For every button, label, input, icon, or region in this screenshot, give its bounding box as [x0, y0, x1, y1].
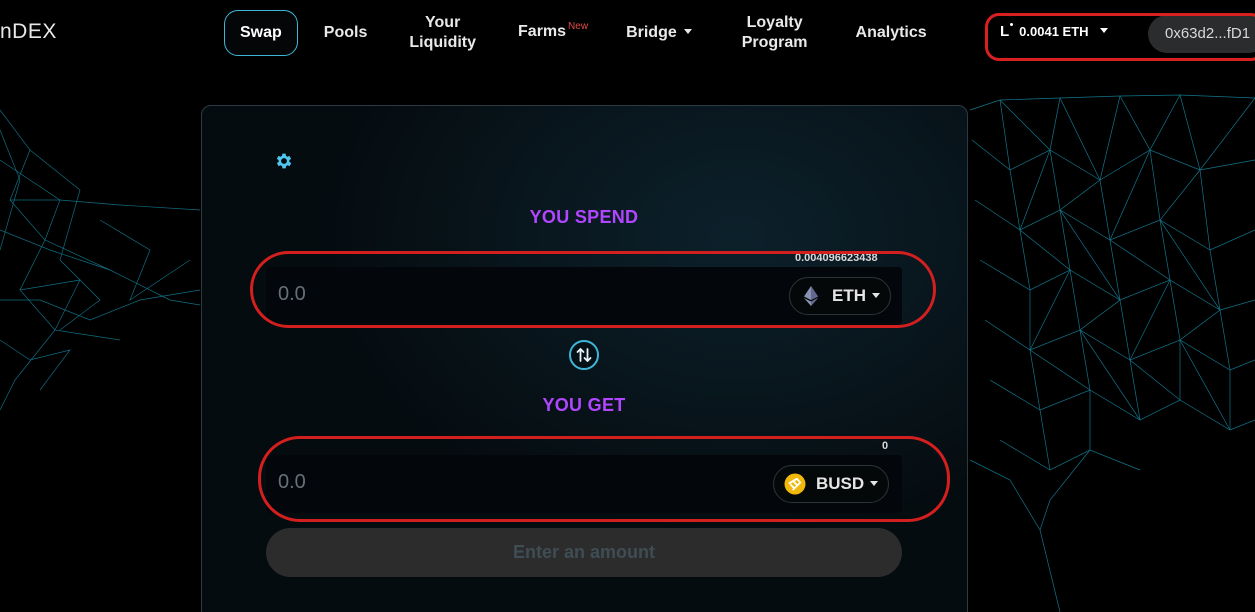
get-token-balance: 0 — [882, 440, 889, 452]
chevron-down-icon — [872, 292, 880, 298]
get-amount-value: 0.0 — [278, 471, 306, 493]
nav-pools[interactable]: Pools — [324, 23, 368, 43]
nav-analytics[interactable]: Analytics — [856, 23, 927, 43]
nav-your-liquidity[interactable]: Your Liquidity — [409, 13, 476, 53]
you-get-label: YOU GET — [542, 395, 626, 415]
spend-token-balance: 0.004096623438 — [795, 252, 878, 264]
spend-token-select[interactable]: ETH — [789, 277, 891, 315]
nav-your-liquidity-line1: Your — [425, 14, 461, 31]
get-token-select[interactable]: BUSD — [773, 465, 890, 503]
nav-loyalty-program[interactable]: Loyalty Program — [742, 13, 808, 53]
busd-icon — [784, 473, 806, 495]
spend-token-symbol: ETH — [832, 286, 866, 305]
new-badge: New — [568, 21, 589, 32]
account-highlight-ring — [985, 13, 1255, 61]
nav-bridge[interactable]: Bridge — [626, 23, 692, 43]
enter-amount-button[interactable]: Enter an amount — [266, 528, 902, 577]
gear-icon[interactable] — [274, 151, 294, 171]
main-nav: Swap Pools Your Liquidity Farms New Bridg… — [224, 10, 927, 56]
get-token-symbol: BUSD — [816, 474, 865, 493]
nav-farms-label: Farms — [518, 23, 567, 40]
nav-your-liquidity-line2: Liquidity — [409, 34, 477, 51]
brand-logo[interactable]: nDEX — [0, 20, 57, 44]
nav-farms[interactable]: Farms New — [518, 21, 589, 44]
nav-swap[interactable]: Swap — [224, 10, 298, 56]
you-spend-label: YOU SPEND — [529, 207, 639, 227]
ethereum-icon — [804, 286, 818, 306]
nav-loyalty-line2: Program — [741, 34, 808, 51]
chevron-down-icon — [683, 29, 692, 35]
swap-arrows-icon[interactable] — [568, 339, 600, 371]
nav-loyalty-line1: Loyalty — [746, 14, 803, 31]
spend-amount-value: 0.0 — [278, 283, 306, 305]
nav-bridge-label: Bridge — [626, 24, 677, 41]
chevron-down-icon — [870, 480, 879, 486]
